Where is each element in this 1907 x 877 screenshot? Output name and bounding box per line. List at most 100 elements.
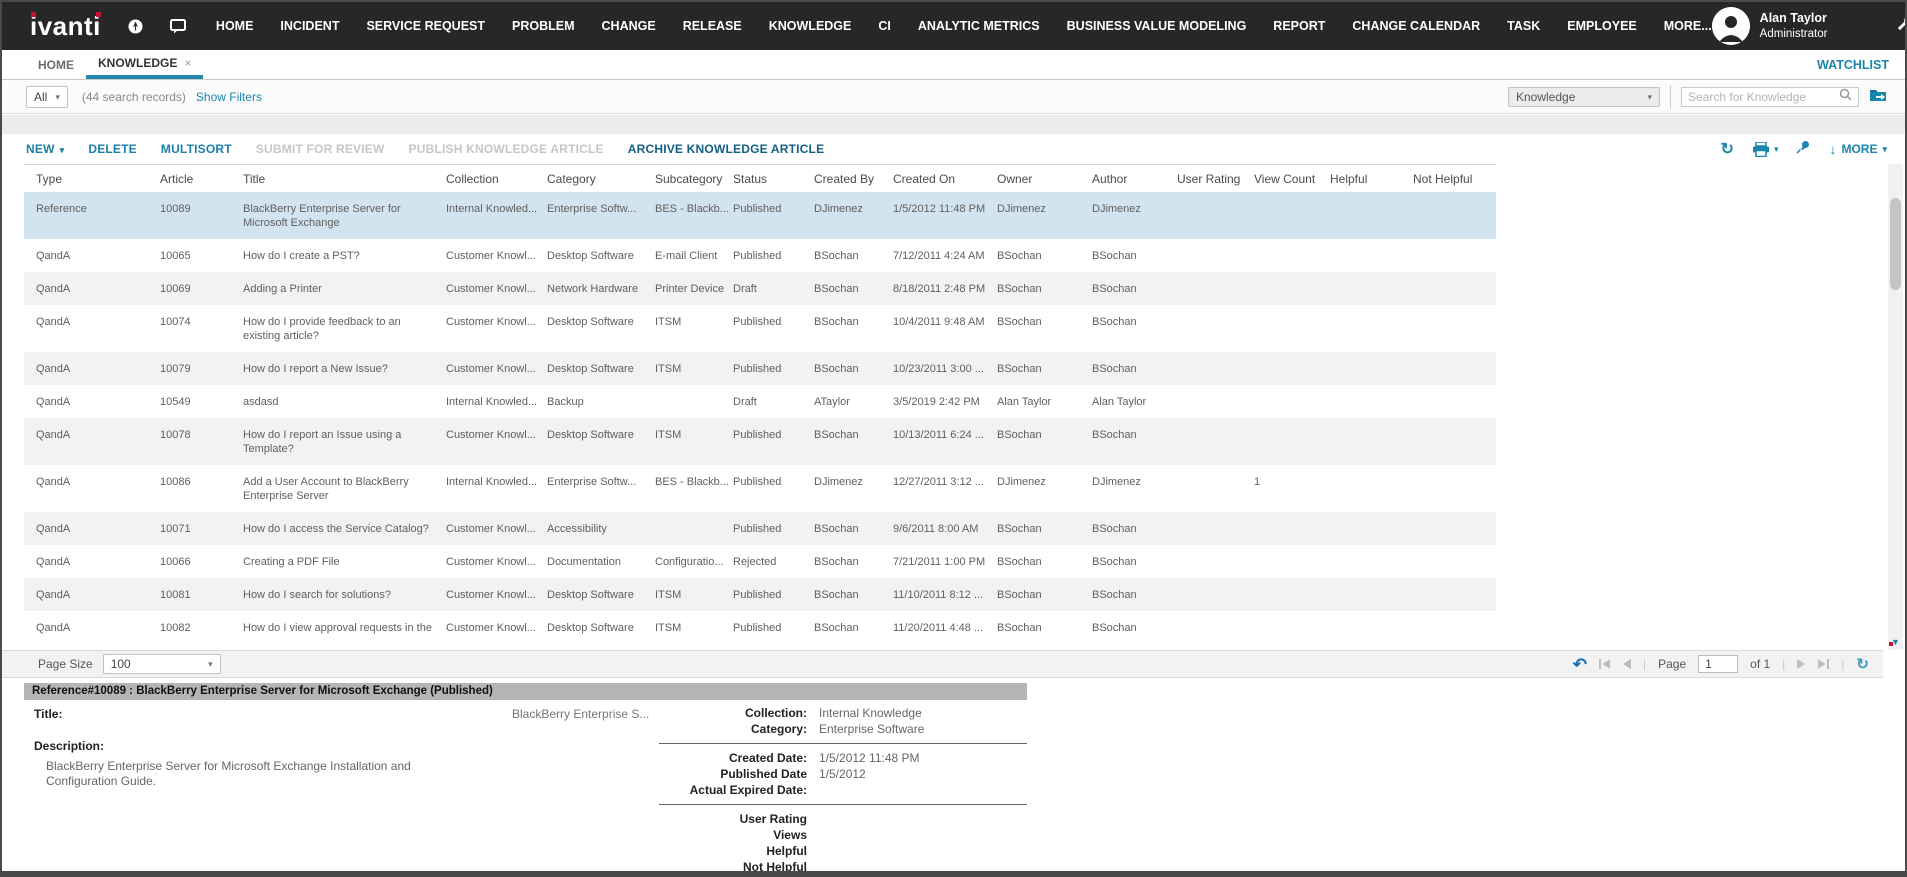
cell-category: Network Hardware	[547, 272, 655, 305]
nav-item-knowledge[interactable]: KNOWLEDGE	[769, 19, 852, 33]
cell-type: Reference	[36, 192, 160, 225]
cell-not-helpful	[1413, 239, 1496, 258]
nav-item-report[interactable]: REPORT	[1273, 19, 1325, 33]
toolbar-archive-knowledge-article-button[interactable]: ARCHIVE KNOWLEDGE ARTICLE	[628, 142, 825, 156]
scope-select[interactable]: All ▾	[26, 86, 68, 108]
table-row[interactable]: QandA10074How do I provide feedback to a…	[24, 305, 1496, 352]
cell-not-helpful	[1413, 305, 1496, 324]
table-row[interactable]: QandA10065How do I create a PST?Customer…	[24, 239, 1496, 272]
cell-helpful	[1330, 465, 1413, 484]
cell-category: Desktop Software	[547, 239, 655, 272]
column-header-view-count[interactable]: View Count	[1254, 172, 1330, 186]
column-header-type[interactable]: Type	[36, 172, 160, 186]
table-row[interactable]: QandA10086Add a User Account to BlackBer…	[24, 465, 1496, 512]
folder-icon[interactable]	[1869, 88, 1887, 107]
nav-item-change-calendar[interactable]: CHANGE CALENDAR	[1352, 19, 1480, 33]
table-row[interactable]: QandA10071How do I access the Service Ca…	[24, 512, 1496, 545]
column-header-author[interactable]: Author	[1092, 172, 1177, 186]
table-row[interactable]: QandA10082How do I view approval request…	[24, 611, 1496, 644]
last-page-icon[interactable]	[1818, 659, 1829, 669]
print-button[interactable]: ▾	[1752, 142, 1779, 157]
table-row[interactable]: QandA10066Creating a PDF FileCustomer Kn…	[24, 545, 1496, 578]
detail-field-value	[807, 782, 819, 798]
nav-item-employee[interactable]: EMPLOYEE	[1567, 19, 1636, 33]
nav-item-service-request[interactable]: SERVICE REQUEST	[366, 19, 485, 33]
nav-item-ci[interactable]: CI	[878, 19, 891, 33]
undo-icon[interactable]: ↶	[1573, 656, 1587, 673]
table-row[interactable]: QandA10078How do I report an Issue using…	[24, 418, 1496, 465]
cell-user-rating	[1177, 545, 1254, 564]
column-header-title[interactable]: Title	[243, 172, 446, 186]
nav-item-incident[interactable]: INCIDENT	[280, 19, 339, 33]
table-row[interactable]: Reference10089BlackBerry Enterprise Serv…	[24, 192, 1496, 239]
table-row[interactable]: QandA10079How do I report a New Issue?Cu…	[24, 352, 1496, 385]
cell-type: QandA	[36, 305, 160, 338]
search-icon[interactable]	[1839, 88, 1852, 106]
cell-created-on: 11/10/2011 8:12 ...	[893, 578, 997, 611]
cell-title: How do I provide feedback to an existing…	[243, 305, 446, 352]
nav-item-release[interactable]: RELEASE	[683, 19, 742, 33]
vertical-scrollbar[interactable]: ▼	[1888, 164, 1903, 650]
cell-collection: Customer Knowl...	[446, 272, 547, 305]
watchlist-link[interactable]: WATCHLIST	[1817, 58, 1889, 72]
first-page-icon[interactable]	[1599, 659, 1610, 669]
nav-item-home[interactable]: HOME	[216, 19, 254, 33]
refresh-icon[interactable]: ↻	[1856, 655, 1869, 673]
cell-title: Add a User Account to BlackBerry Enterpr…	[243, 465, 446, 512]
close-icon[interactable]: ×	[184, 56, 191, 70]
cell-not-helpful	[1413, 272, 1496, 291]
column-header-article[interactable]: Article	[160, 172, 243, 186]
column-header-created-by[interactable]: Created By	[814, 172, 893, 186]
context-select[interactable]: Knowledge ▾	[1508, 87, 1660, 107]
nav-item-more[interactable]: MORE...	[1664, 19, 1712, 33]
cell-title: How do I view approval requests in the	[243, 611, 446, 644]
next-page-icon[interactable]	[1797, 659, 1806, 669]
column-header-status[interactable]: Status	[733, 172, 814, 186]
page-number-input[interactable]: 1	[1698, 655, 1738, 673]
tab-home[interactable]: HOME	[26, 50, 86, 79]
nav-item-change[interactable]: CHANGE	[602, 19, 656, 33]
cell-title: How do I report an Issue using a Templat…	[243, 418, 446, 465]
toolbar-delete-button[interactable]: DELETE	[88, 142, 137, 156]
avatar[interactable]	[1712, 7, 1750, 45]
show-filters-link[interactable]: Show Filters	[196, 90, 262, 104]
nav-item-task[interactable]: TASK	[1507, 19, 1540, 33]
scrollbar-thumb[interactable]	[1890, 198, 1901, 290]
cell-owner: BSochan	[997, 578, 1092, 611]
chat-icon[interactable]	[170, 19, 186, 34]
more-button[interactable]: ↓ MORE ▾	[1829, 141, 1887, 157]
page-size-select[interactable]: 100 ▾	[103, 654, 221, 674]
target-icon[interactable]	[127, 18, 144, 35]
column-header-collection[interactable]: Collection	[446, 172, 547, 186]
column-header-not-helpful[interactable]: Not Helpful	[1413, 172, 1496, 186]
cell-owner: BSochan	[997, 305, 1092, 338]
scroll-down-button[interactable]: ▼	[1888, 632, 1903, 648]
nav-item-problem[interactable]: PROBLEM	[512, 19, 575, 33]
grid-header: TypeArticleTitleCollectionCategorySubcat…	[24, 164, 1496, 192]
detail-info: Collection:Internal KnowledgeCategory:En…	[659, 705, 1027, 875]
nav-item-analytic-metrics[interactable]: ANALYTIC METRICS	[918, 19, 1040, 33]
nav-item-business-value-modeling[interactable]: BUSINESS VALUE MODELING	[1067, 19, 1247, 33]
table-row[interactable]: QandA10549asdasdInternal Knowled...Backu…	[24, 385, 1496, 418]
down-arrow-icon: ↓	[1829, 141, 1836, 157]
cell-category: Documentation	[547, 545, 655, 578]
table-row[interactable]: QandA10069Adding a PrinterCustomer Knowl…	[24, 272, 1496, 305]
toolbar-multisort-button[interactable]: MULTISORT	[161, 142, 232, 156]
pin-icon[interactable]	[1796, 139, 1811, 159]
column-header-category[interactable]: Category	[547, 172, 655, 186]
cell-title: asdasd	[243, 385, 446, 418]
settings-wrench-icon[interactable]	[1897, 16, 1907, 36]
table-row[interactable]: QandA10081How do I search for solutions?…	[24, 578, 1496, 611]
cell-helpful	[1330, 578, 1413, 597]
column-header-created-on[interactable]: Created On	[893, 172, 997, 186]
column-header-user-rating[interactable]: User Rating	[1177, 172, 1254, 186]
column-header-owner[interactable]: Owner	[997, 172, 1092, 186]
prev-page-icon[interactable]	[1622, 659, 1631, 669]
column-header-subcategory[interactable]: Subcategory	[655, 172, 733, 186]
toolbar-new-button[interactable]: NEW▾	[26, 142, 64, 156]
search-input[interactable]: Search for Knowledge	[1681, 87, 1859, 107]
column-header-helpful[interactable]: Helpful	[1330, 172, 1413, 186]
cell-article: 10074	[160, 305, 243, 338]
refresh-icon[interactable]: ↻	[1721, 139, 1734, 159]
tab-knowledge[interactable]: KNOWLEDGE ×	[86, 50, 203, 79]
